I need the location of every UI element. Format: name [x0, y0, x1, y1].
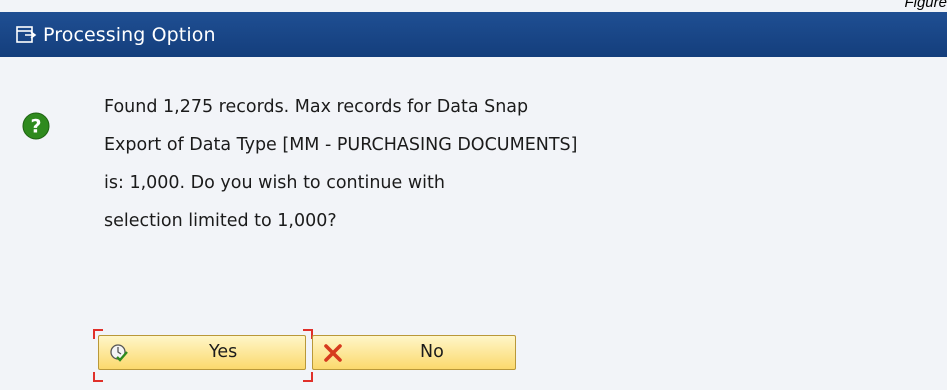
- message-line: is: 1,000. Do you wish to continue with: [104, 173, 445, 193]
- focus-marker: [93, 372, 103, 382]
- message-line: selection limited to 1,000?: [104, 211, 337, 231]
- dialog-window-icon: [15, 24, 37, 46]
- dialog-titlebar: Processing Option: [0, 12, 947, 57]
- dialog-title: Processing Option: [43, 23, 216, 46]
- yes-button-label: Yes: [209, 342, 238, 362]
- cancel-x-icon: [323, 343, 343, 363]
- svg-text:?: ?: [30, 116, 41, 138]
- figure-caption: Figure: [904, 0, 947, 11]
- focus-marker: [303, 372, 313, 382]
- message-text: Found 1,275 records. Max records for Dat…: [104, 88, 724, 240]
- message-line: Export of Data Type [MM - PURCHASING DOC…: [104, 135, 578, 155]
- question-icon: ?: [22, 112, 50, 140]
- processing-option-dialog: Processing Option ? Found 1,275 records.…: [0, 0, 947, 390]
- confirm-check-icon: [109, 343, 129, 363]
- yes-button[interactable]: Yes: [98, 335, 306, 370]
- no-button[interactable]: No: [312, 335, 516, 370]
- message-line: Found 1,275 records. Max records for Dat…: [104, 97, 529, 117]
- no-button-label: No: [420, 342, 444, 362]
